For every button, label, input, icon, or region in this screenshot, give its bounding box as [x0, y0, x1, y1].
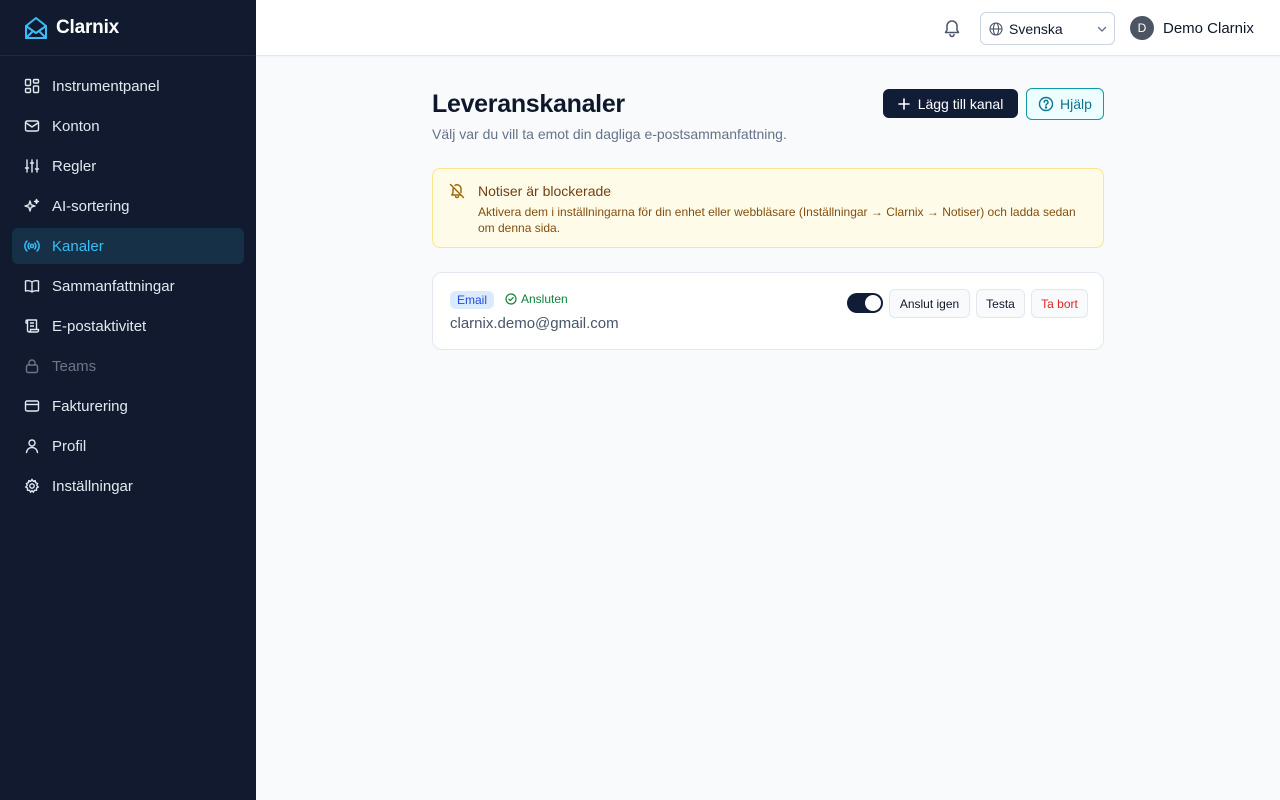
sidebar-item-label: Teams [52, 357, 97, 375]
radio-icon [24, 238, 40, 254]
globe-icon [989, 21, 1003, 36]
sidebar-item-label: AI-sortering [52, 197, 130, 215]
channel-enabled-toggle[interactable] [847, 293, 883, 313]
brand[interactable]: Clarnix [0, 0, 256, 56]
sidebar-item-instrumentpanel[interactable]: Instrumentpanel [12, 68, 244, 104]
channel-address: clarnix.demo@gmail.com [450, 315, 619, 332]
channel-type-badge: Email [450, 291, 495, 309]
bell-off-icon [449, 183, 465, 199]
sidebar-item-label: Regler [52, 157, 97, 175]
sidebar-item-ai-sortering[interactable]: AI-sortering [12, 188, 244, 224]
envelope-logo-icon [25, 16, 47, 39]
user-icon [24, 438, 40, 454]
gear-icon [24, 478, 40, 494]
bell-icon [944, 20, 960, 38]
sidebar: Clarnix Instrumentpanel Konton Regler AI… [0, 0, 256, 800]
status-badge: Ansluten [505, 292, 568, 306]
sidebar-item-label: Inställningar [52, 477, 133, 495]
sidebar-item-label: Profil [52, 437, 87, 455]
sidebar-item-label: Kanaler [52, 237, 104, 255]
book-icon [24, 278, 40, 294]
notifications-button[interactable] [940, 16, 964, 40]
remove-button[interactable]: Ta bort [1031, 289, 1088, 318]
sidebar-item-label: Sammanfattningar [52, 277, 175, 295]
notifications-blocked-alert: Notiser är blockerade Aktivera dem i ins… [432, 168, 1104, 248]
add-channel-button[interactable]: Lägg till kanal [883, 89, 1018, 118]
language-label: Svenska [1009, 20, 1063, 37]
sidebar-item-label: Konton [52, 117, 100, 135]
reconnect-button[interactable]: Anslut igen [889, 289, 970, 318]
sidebar-item-label: Fakturering [52, 397, 128, 415]
toggle-knob [865, 295, 881, 311]
help-label: Hjälp [1060, 96, 1092, 112]
chevron-down-icon [1097, 26, 1107, 32]
topbar: Svenska D Demo Clarnix [256, 0, 1280, 56]
add-channel-label: Lägg till kanal [917, 95, 1004, 112]
help-circle-icon [1038, 96, 1054, 112]
sidebar-item-konton[interactable]: Konton [12, 108, 244, 144]
sidebar-item-installningar[interactable]: Inställningar [12, 468, 244, 504]
check-circle-icon [505, 293, 517, 305]
status-label: Ansluten [521, 292, 568, 306]
sidebar-item-label: E-postaktivitet [52, 317, 147, 335]
sliders-icon [24, 158, 40, 174]
dashboard-icon [24, 78, 40, 94]
sidebar-item-sammanfattningar[interactable]: Sammanfattningar [12, 268, 244, 304]
sparkles-icon [24, 198, 40, 214]
help-button[interactable]: Hjälp [1026, 88, 1104, 120]
avatar: D [1130, 16, 1154, 40]
sidebar-item-regler[interactable]: Regler [12, 148, 244, 184]
scroll-icon [24, 318, 40, 334]
mail-icon [24, 118, 40, 134]
sidebar-item-profil[interactable]: Profil [12, 428, 244, 464]
lock-icon [24, 358, 40, 374]
sidebar-item-teams[interactable]: Teams [12, 348, 244, 384]
credit-card-icon [24, 398, 40, 414]
sidebar-item-kanaler[interactable]: Kanaler [12, 228, 244, 264]
user-name: Demo Clarnix [1163, 19, 1254, 37]
test-button[interactable]: Testa [976, 289, 1025, 318]
user-menu[interactable]: D Demo Clarnix [1130, 16, 1254, 40]
sidebar-item-label: Instrumentpanel [52, 77, 160, 95]
language-select[interactable]: Svenska [980, 12, 1115, 45]
plus-icon [897, 97, 910, 110]
sidebar-item-fakturering[interactable]: Fakturering [12, 388, 244, 424]
page-title: Leveranskanaler [432, 90, 625, 118]
brand-name: Clarnix [56, 16, 120, 38]
alert-title: Notiser är blockerade [478, 183, 612, 199]
channel-card: Email Ansluten clarnix.demo@gmail.com An… [432, 272, 1104, 350]
sidebar-nav: Instrumentpanel Konton Regler AI-sorteri… [0, 56, 256, 504]
sidebar-item-e-postaktivitet[interactable]: E-postaktivitet [12, 308, 244, 344]
alert-body: Aktivera dem i inställningarna för din e… [478, 205, 1076, 235]
page-subtitle: Välj var du vill ta emot din dagliga e-p… [432, 126, 787, 142]
